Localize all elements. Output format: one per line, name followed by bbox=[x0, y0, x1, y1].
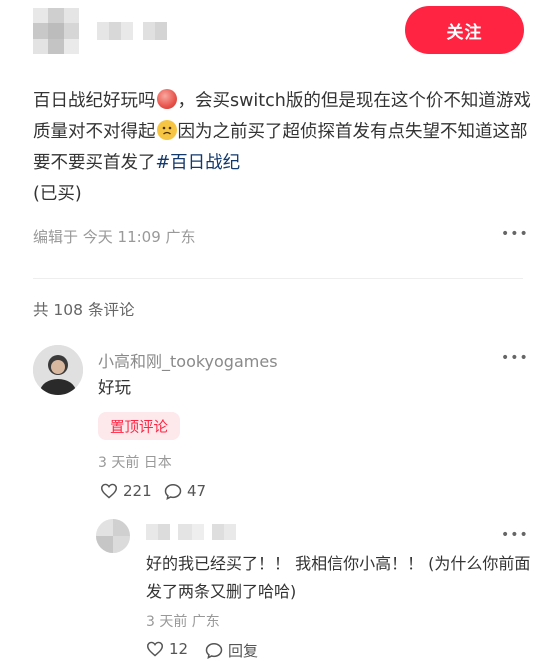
like-count: 12 bbox=[169, 640, 189, 658]
divider bbox=[33, 278, 523, 279]
comment-count: 共 108 条评论 bbox=[33, 301, 135, 319]
reply-button[interactable]: 回复 bbox=[205, 640, 258, 661]
avatar[interactable] bbox=[33, 345, 83, 395]
post-meta: 编辑于 今天 11:09 广东 bbox=[33, 228, 196, 246]
comment-meta: 3 天前 日本 bbox=[98, 455, 172, 471]
hashtag-link[interactable]: #百日战纪 bbox=[156, 153, 241, 173]
peach-emoji-icon bbox=[156, 89, 177, 109]
reply-text: 好的我已经买了！！ 我相信你小高！！ (为什么你前面发了两条又删了哈哈) bbox=[146, 554, 531, 601]
follow-button[interactable]: 关注 bbox=[405, 6, 524, 54]
reply-meta: 3 天前 广东 bbox=[146, 614, 220, 630]
like-count: 221 bbox=[123, 482, 152, 500]
comment-username[interactable]: 小高和刚_tookyogames bbox=[98, 348, 278, 372]
author-avatar[interactable] bbox=[33, 8, 79, 54]
reply-username[interactable] bbox=[146, 524, 236, 540]
more-dots-icon[interactable]: ••• bbox=[501, 350, 529, 366]
more-dots-icon[interactable]: ••• bbox=[501, 527, 529, 543]
comment-bubble-icon bbox=[205, 642, 223, 659]
like-button[interactable]: 221 bbox=[100, 482, 152, 500]
reply-count-button[interactable]: 47 bbox=[164, 482, 206, 500]
post-content: 百日战纪好玩吗 ，会买switch版的但是现在这个价不知道游戏质量对不对得起 因为之… bbox=[33, 86, 538, 210]
pinned-badge: 置顶评论 bbox=[98, 412, 180, 440]
reply-count: 47 bbox=[187, 482, 207, 500]
post-text-part4: (已买) bbox=[33, 184, 82, 204]
post-text-part1: 百日战纪好玩吗 bbox=[33, 91, 156, 111]
heart-icon bbox=[146, 641, 164, 657]
heart-icon bbox=[100, 483, 118, 499]
like-button[interactable]: 12 bbox=[146, 640, 188, 658]
reply-avatar[interactable] bbox=[96, 519, 130, 553]
more-dots-icon[interactable]: ••• bbox=[501, 226, 529, 242]
author-name[interactable] bbox=[97, 22, 167, 40]
comment-text: 好玩 bbox=[98, 378, 131, 397]
sad-face-emoji-icon bbox=[156, 120, 177, 140]
reply-label: 回复 bbox=[228, 642, 259, 660]
comment-bubble-icon bbox=[164, 483, 182, 500]
